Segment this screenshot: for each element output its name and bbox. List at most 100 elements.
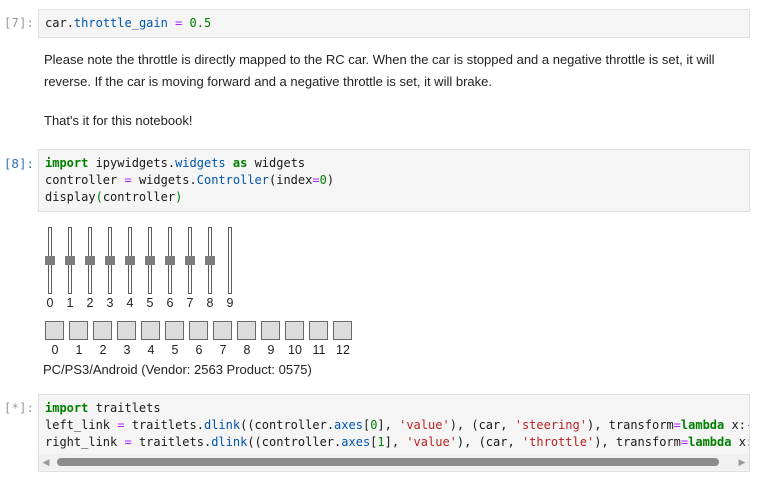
code-token: traitlets [131,418,197,432]
code-token: axes [341,435,371,449]
axis-slider-6[interactable] [165,227,175,294]
controller-button-5[interactable] [165,321,184,340]
code-token: lambda [680,418,725,432]
code-token: ((controller [240,418,327,432]
code-token: ipywidgets [88,156,168,170]
scroll-left-arrow-icon[interactable]: ◀ [39,454,53,470]
code-line: left_link = traitlets.dlink((controller.… [45,417,749,434]
code-token: ], [377,418,400,432]
axis-slider-7[interactable] [185,227,195,294]
code-line: import traitlets [45,400,161,417]
code-token: 'throttle' [521,435,595,449]
code-token: import [45,401,89,415]
axis-slider-handle[interactable] [65,256,75,265]
code-token: -x [746,418,749,432]
axis-slider-handle[interactable] [185,256,195,265]
controller-button-7[interactable] [213,321,232,340]
code-token: ], [384,435,407,449]
code-token: as [225,156,248,170]
axis-slider-handle[interactable] [205,256,215,265]
code-token: controller [102,190,176,204]
code-cell-7[interactable]: car.throttle_gain = 0.5 [38,9,750,38]
code-token: car [45,16,67,30]
controller-button-6[interactable] [189,321,208,340]
code-token: ), transform [594,435,681,449]
axis-label: 5 [146,296,154,310]
horizontal-scrollbar[interactable]: ◀ ▶ [39,454,749,470]
axis-slider-2[interactable] [85,227,95,294]
button-label: 10 [288,343,302,357]
axis-label: 2 [86,296,94,310]
code-token: traitlets [88,401,161,415]
axis-label: 9 [226,296,234,310]
code-token: x:x [738,435,749,449]
cell-prompt-8: [8]: [3,156,34,171]
cell-prompt-7: [7]: [3,15,34,30]
controller-button-0[interactable] [45,321,64,340]
button-label: 12 [336,343,350,357]
code-token: ( [95,190,103,204]
code-token: throttle_gain [73,16,168,30]
scrollbar-thumb[interactable] [57,458,719,466]
code-line: display(controller) [45,189,182,206]
scroll-right-arrow-icon[interactable]: ▶ [735,454,749,470]
code-line: controller = widgets.Controller(index=0) [45,172,334,189]
axis-slider-8[interactable] [205,227,215,294]
code-token: . [196,418,204,432]
axis-slider-handle[interactable] [125,256,135,265]
button-label: 6 [195,343,203,357]
code-token: = [110,418,132,432]
button-label: 11 [312,343,326,357]
controller-button-11[interactable] [309,321,328,340]
code-token: widgets [138,173,190,187]
axis-slider-4[interactable] [125,227,135,294]
code-token: import [45,156,89,170]
controller-button-2[interactable] [93,321,112,340]
code-token: ), (car, [456,435,522,449]
code-token: ) [326,173,335,187]
code-token: ) [175,190,183,204]
axis-slider-9[interactable] [228,227,232,294]
code-token: left_link [45,418,111,432]
button-label: 3 [123,343,131,357]
axis-label: 7 [186,296,194,310]
axis-slider-3[interactable] [105,227,115,294]
controller-button-12[interactable] [333,321,352,340]
code-token: controller [45,173,118,187]
axis-slider-handle[interactable] [105,256,115,265]
axis-label: 4 [126,296,134,310]
code-token: display [45,190,96,204]
code-token: . [167,156,176,170]
code-token: widgets [247,156,306,170]
button-label: 5 [171,343,179,357]
controller-button-10[interactable] [285,321,304,340]
controller-button-3[interactable] [117,321,136,340]
controller-button-4[interactable] [141,321,160,340]
axis-slider-1[interactable] [65,227,75,294]
axis-slider-0[interactable] [45,227,55,294]
axis-label: 0 [46,296,54,310]
axis-slider-handle[interactable] [85,256,95,265]
axis-slider-handle[interactable] [145,256,155,265]
code-token: lambda [688,435,732,449]
button-label: 2 [99,343,107,357]
code-token: ((controller [247,435,335,449]
code-token: 0 [319,173,327,187]
code-token: = [117,173,139,187]
code-token: (index [269,173,313,187]
code-token: traitlets [138,435,204,449]
code-cell-8[interactable]: import ipywidgets. widgets as widgets con… [38,149,750,212]
button-label: 8 [243,343,251,357]
axis-slider-handle[interactable] [165,256,175,265]
button-label: 1 [75,343,83,357]
axis-slider-5[interactable] [145,227,155,294]
controller-name: PC/PS3/Android (Vendor: 2563 Product: 05… [43,362,312,377]
axis-label: 6 [166,296,174,310]
code-token: 0.5 [189,16,212,30]
controller-button-8[interactable] [237,321,256,340]
code-token: . [326,418,335,432]
code-line: car.throttle_gain = 0.5 [45,15,211,32]
axis-slider-handle[interactable] [45,256,55,265]
controller-button-1[interactable] [69,321,88,340]
controller-button-9[interactable] [261,321,280,340]
